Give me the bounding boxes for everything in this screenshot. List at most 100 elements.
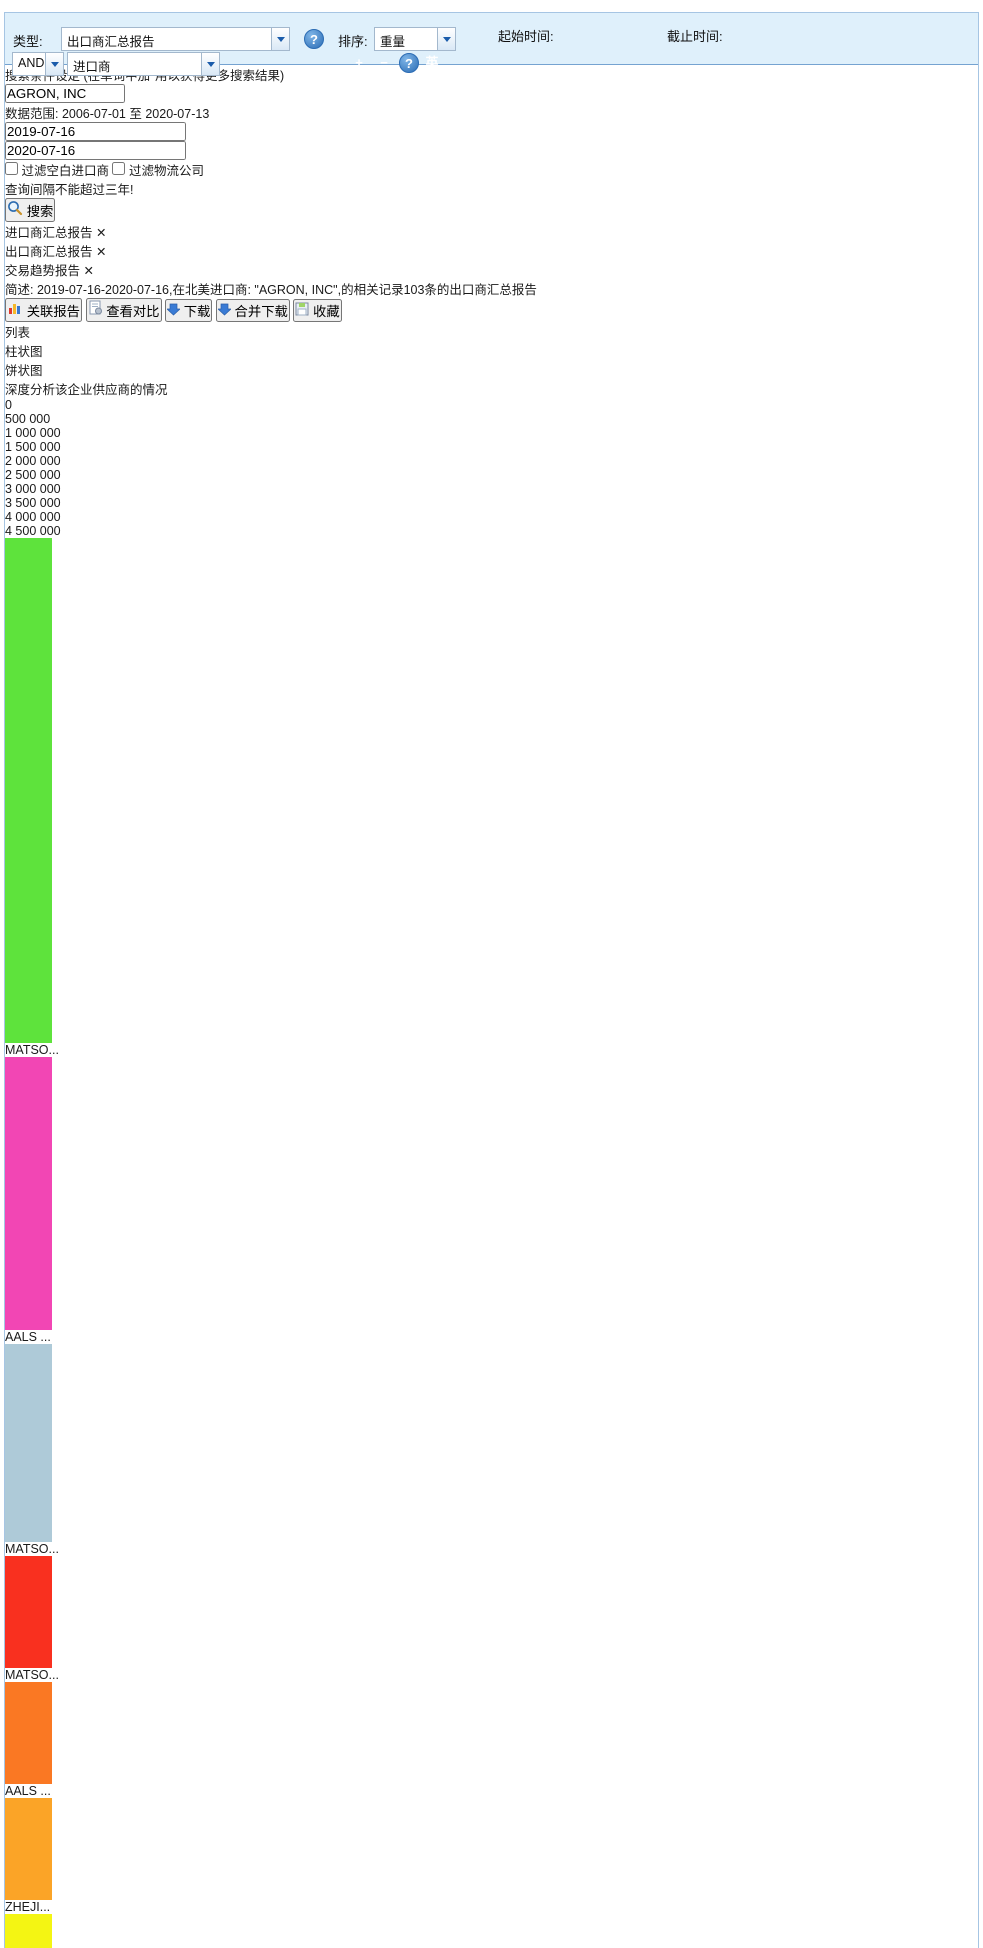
end-date-field[interactable]	[5, 141, 155, 160]
x-axis-label: MATSO...	[5, 1043, 72, 1057]
bar[interactable]	[5, 1556, 52, 1668]
sort-label: 排序:	[338, 31, 368, 50]
close-icon[interactable]: ✕	[96, 245, 106, 259]
query-interval-warning: 查询间隔不能超过三年!	[5, 179, 978, 198]
bar[interactable]	[5, 1344, 52, 1543]
download-arrow-icon	[218, 303, 231, 316]
plot-area: 0500 0001 000 0001 500 0002 000 0002 500…	[5, 398, 978, 1948]
chevron-glyph	[443, 37, 451, 46]
boolean-operator-select[interactable]: AND	[12, 52, 64, 76]
search-field-value: 进口商	[68, 53, 201, 75]
action-button-row: 关联报告 查看对比 下载 合	[5, 298, 978, 322]
view-tab-label: 列表	[5, 326, 30, 340]
chart-title: 深度分析该企业供应商的情况	[5, 379, 978, 398]
chevron-down-icon[interactable]	[271, 28, 289, 50]
view-tab-label: 饼状图	[5, 364, 43, 378]
chevron-down-icon[interactable]	[45, 53, 63, 75]
close-icon[interactable]: ✕	[96, 226, 106, 240]
bar[interactable]	[5, 1914, 52, 1948]
report-type-select[interactable]: 出口商汇总报告	[61, 27, 290, 51]
search-button-label: 搜索	[27, 204, 54, 219]
favorite-button[interactable]: 收藏	[293, 299, 341, 322]
tab-trade-trend-report[interactable]: 交易趋势报告 ✕	[5, 260, 978, 279]
start-date-input[interactable]	[5, 122, 186, 141]
bar-chart-panel: 深度分析该企业供应商的情况 0500 0001 000 0001 500 000…	[5, 379, 978, 1948]
summary-bar: 简述: 2019-07-16-2020-07-16,在北美进口商: "AGRON…	[5, 279, 978, 322]
view-tab-bar-chart[interactable]: 柱状图	[5, 341, 978, 360]
end-date-input[interactable]	[5, 141, 186, 160]
tab-exporter-summary-report[interactable]: 出口商汇总报告 ✕	[5, 241, 978, 260]
sort-select[interactable]: 重量	[374, 27, 456, 51]
chevron-down-icon[interactable]	[437, 28, 455, 50]
app-window: { "toolbar": { "type_label": "类型:", "typ…	[0, 0, 983, 974]
search-icon	[7, 200, 23, 216]
sort-value: 重量	[375, 28, 437, 50]
boolean-operator-value: AND	[13, 53, 45, 75]
x-axis-label: MATSO...	[5, 1668, 72, 1682]
merge-download-button[interactable]: 合并下载	[216, 299, 290, 322]
button-label: 收藏	[313, 304, 340, 319]
y-tick-label: 4 500 000	[5, 524, 978, 538]
bar-chart-icon	[7, 300, 23, 316]
bar[interactable]	[5, 1798, 52, 1900]
related-report-button[interactable]: 关联报告	[5, 298, 82, 322]
bar[interactable]	[5, 1057, 52, 1329]
filter-logistics-checkbox[interactable]	[112, 162, 125, 175]
help-icon[interactable]: ?	[399, 53, 419, 73]
tab-label: 出口商汇总报告	[5, 245, 93, 259]
type-label: 类型:	[13, 31, 43, 50]
view-tab-pie-chart[interactable]: 饼状图	[5, 360, 978, 379]
chevron-glyph	[207, 62, 215, 71]
bar[interactable]	[5, 538, 52, 1043]
search-panel: 搜索条件设定 (在单词中加*用以获得更多搜索结果) AND 进口商 + − ? …	[5, 65, 978, 222]
view-tab-list[interactable]: 列表	[5, 322, 978, 341]
search-field-select[interactable]: 进口商	[67, 52, 220, 76]
close-icon[interactable]: ✕	[84, 264, 94, 278]
start-date-field[interactable]	[5, 122, 155, 141]
main-container: 类型: 出口商汇总报告 ? 排序: 重量 搜索条件设定 (在单词中加*用以获得更…	[4, 12, 979, 1948]
save-disk-icon	[295, 302, 309, 316]
download-button[interactable]: 下载	[165, 299, 212, 322]
download-arrow-icon	[167, 303, 180, 316]
y-tick-label: 1 000 000	[5, 426, 978, 440]
y-tick-label: 1 500 000	[5, 440, 978, 454]
y-tick-label: 3 000 000	[5, 482, 978, 496]
document-compare-icon	[88, 300, 103, 316]
keyword-input[interactable]	[5, 84, 125, 103]
language-toggle-button[interactable]: 英	[422, 53, 442, 73]
end-date-label: 截止时间:	[667, 26, 723, 45]
y-tick-label: 0	[5, 398, 978, 412]
button-label: 下载	[184, 304, 211, 319]
chevron-glyph	[51, 62, 59, 71]
report-tabstrip: 进口商汇总报告 ✕ 出口商汇总报告 ✕ 交易趋势报告 ✕	[5, 222, 978, 279]
help-icon[interactable]: ?	[304, 29, 324, 49]
chevron-glyph	[277, 37, 285, 46]
x-axis-label: AALS ...	[5, 1330, 72, 1344]
chevron-down-icon[interactable]	[201, 53, 219, 75]
tab-label: 进口商汇总报告	[5, 226, 93, 240]
view-compare-button[interactable]: 查看对比	[86, 298, 162, 322]
data-range-note: 数据范围: 2006-07-01 至 2020-07-13	[5, 103, 978, 122]
tab-label: 交易趋势报告	[5, 264, 80, 278]
y-tick-label: 3 500 000	[5, 496, 978, 510]
filter-blank-importer-option[interactable]: 过滤空白进口商	[5, 164, 112, 178]
remove-condition-icon[interactable]: −	[374, 53, 394, 73]
bar[interactable]	[5, 1682, 52, 1784]
button-label: 关联报告	[27, 304, 80, 319]
x-axis-label: MATSO...	[5, 1542, 72, 1556]
filter-logistics-option[interactable]: 过滤物流公司	[112, 164, 204, 178]
report-summary-text: 简述: 2019-07-16-2020-07-16,在北美进口商: "AGRON…	[5, 279, 978, 298]
y-tick-label: 500 000	[5, 412, 978, 426]
start-date-label: 起始时间:	[498, 26, 554, 45]
y-tick-label: 2 500 000	[5, 468, 978, 482]
view-tabstrip: 列表 柱状图 饼状图	[5, 322, 978, 379]
y-tick-label: 2 000 000	[5, 454, 978, 468]
search-button[interactable]: 搜索	[5, 198, 55, 222]
button-label: 查看对比	[106, 304, 159, 319]
filter-blank-importer-label: 过滤空白进口商	[21, 164, 109, 178]
add-condition-icon[interactable]: +	[349, 53, 369, 73]
x-axis-label: AALS ...	[5, 1784, 72, 1798]
filter-blank-importer-checkbox[interactable]	[5, 162, 18, 175]
report-type-value: 出口商汇总报告	[62, 28, 271, 50]
tab-importer-summary-report[interactable]: 进口商汇总报告 ✕	[5, 222, 978, 241]
